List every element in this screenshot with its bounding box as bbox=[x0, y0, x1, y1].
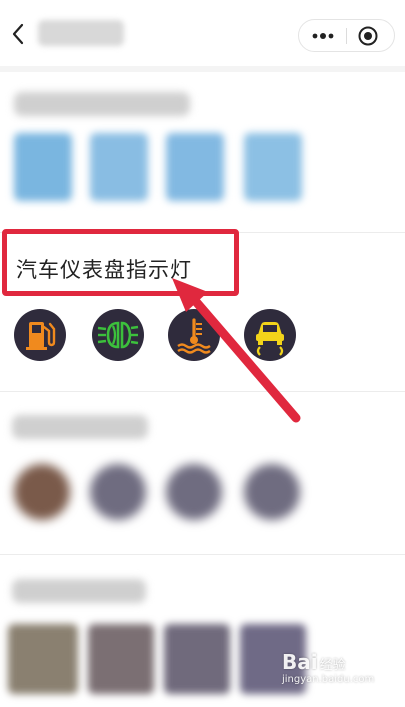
baidu-watermark: Bai 经验 jingyan.baidu.com bbox=[282, 650, 374, 685]
annotation-arrow bbox=[172, 278, 301, 423]
watermark-domain: jingyan.baidu.com bbox=[282, 674, 375, 685]
watermark-brand: Bai bbox=[282, 650, 318, 674]
watermark-brand-suffix: 经验 bbox=[319, 658, 346, 673]
